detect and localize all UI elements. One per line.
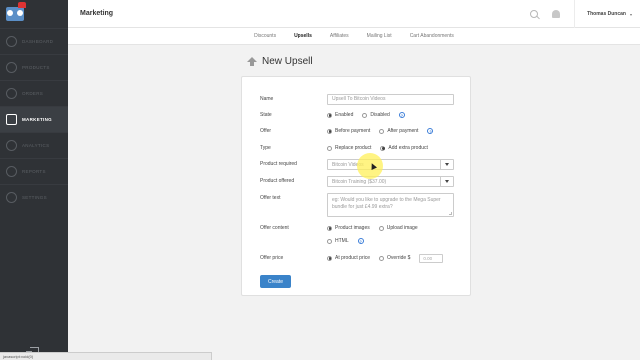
header-divider [574,0,576,28]
price-product-option[interactable]: At product price [327,255,370,261]
page-title: New Upsell [262,56,313,67]
tab-discounts[interactable]: Discounts [254,33,276,39]
sidebar-item-marketing[interactable]: Marketing [0,106,68,132]
content-upload-radio[interactable] [378,225,384,231]
offer-text-label: Offer text [260,195,281,201]
product-required-label: Product required [260,161,297,167]
offer-content-label: Offer content [260,225,289,231]
offer-before-radio[interactable] [327,128,332,134]
offer-text-placeholder: eg: Would you like to upgrade to the Meg… [332,197,441,210]
content-upload-option[interactable]: Upload image [378,225,418,231]
sidebar-item-label: Dashboard [22,39,54,44]
sidebar-item-label: Marketing [22,117,52,122]
sidebar: Dashboard Products Orders Marketing Anal… [0,0,68,360]
offer-after-option[interactable]: After payment [379,128,418,134]
report-icon [6,166,17,177]
row-name: Name Upsell To Bitcoin Videos [242,93,472,105]
state-label: State [260,112,272,118]
row-offer-price: Offer price At product price Override $ … [242,252,472,264]
price-override-option[interactable]: Override $ [379,255,410,261]
sidebar-item-label: Analytics [22,143,50,148]
override-price-input[interactable]: 0.00 [419,253,444,263]
row-offer: Offer Before payment After payment ? [242,125,472,137]
tag-icon [6,62,17,73]
top-header: Marketing Thomas Duncan ▾ [68,0,640,28]
product-offered-select[interactable]: Bitcoin Training ($37.00) [327,175,454,187]
dashboard-icon [6,36,17,47]
search-icon[interactable] [530,10,539,18]
price-product-radio[interactable] [327,255,332,261]
arrow-up-icon [247,57,257,66]
help-icon[interactable]: ? [357,238,364,244]
gear-icon [6,192,17,203]
tab-cart-abandonments[interactable]: Cart Abandonments [410,33,454,39]
offer-before-option[interactable]: Before payment [327,128,370,134]
type-add-radio[interactable] [380,145,386,151]
app-logo[interactable] [0,0,68,28]
offer-text-input[interactable]: eg: Would you like to upgrade to the Meg… [327,193,454,217]
name-label: Name [260,96,274,102]
sidebar-item-dashboard[interactable]: Dashboard [0,28,68,54]
sidebar-item-label: Reports [22,169,46,174]
create-button[interactable]: Create [260,275,291,288]
tab-affiliates[interactable]: Affiliates [330,33,349,39]
marketing-tabs: Discounts Upsells Affiliates Mailing Lis… [68,28,640,45]
cart-icon [6,88,17,99]
sidebar-item-orders[interactable]: Orders [0,80,68,106]
caret-down-icon [445,162,449,166]
sidebar-item-label: Products [22,65,50,70]
offer-label: Offer [260,128,272,134]
name-input[interactable]: Upsell To Bitcoin Videos [327,93,454,105]
chart-icon [6,140,17,151]
row-product-offered: Product offered Bitcoin Training ($37.00… [242,175,472,187]
sidebar-item-label: Settings [22,195,47,200]
product-required-select[interactable]: Bitcoin Videos [327,158,454,170]
sidebar-item-analytics[interactable]: Analytics [0,132,68,158]
state-disabled-option[interactable]: Disabled [362,112,390,118]
user-menu[interactable]: Thomas Duncan [587,11,626,17]
help-icon[interactable]: ? [427,128,434,134]
state-enabled-option[interactable]: Enabled [327,112,353,118]
sidebar-item-products[interactable]: Products [0,54,68,80]
logo-owl-icon [6,2,26,21]
row-state: State Enabled Disabled ? [242,109,472,121]
caret-down-icon [445,179,449,183]
content-images-option[interactable]: Product images [327,225,370,231]
page-section-title: Marketing [80,10,114,17]
page-title-row: New Upsell [247,56,313,67]
offer-after-radio[interactable] [379,128,385,134]
tab-mailing-list[interactable]: Mailing List [367,33,392,39]
row-offer-content-html: HTML ? [242,235,472,247]
sidebar-item-label: Orders [22,91,44,96]
offer-price-label: Offer price [260,255,284,261]
type-replace-radio[interactable] [327,145,332,151]
upsell-form-card: Name Upsell To Bitcoin Videos State Enab… [241,76,471,296]
row-offer-content: Offer content Product images Upload imag… [242,222,472,234]
sidebar-item-reports[interactable]: Reports [0,158,68,184]
browser-status-bar: javascript:void(0) [0,352,212,360]
row-type: Type Replace product Add extra product [242,142,472,154]
type-label: Type [260,145,271,151]
state-enabled-radio[interactable] [327,112,332,118]
resize-handle-icon[interactable] [449,212,452,215]
chevron-down-icon[interactable]: ▾ [630,12,632,17]
state-disabled-radio[interactable] [362,112,368,118]
content-html-radio[interactable] [327,238,332,244]
content-html-option[interactable]: HTML [327,238,349,244]
type-replace-option[interactable]: Replace product [327,145,371,151]
type-add-option[interactable]: Add extra product [380,145,428,151]
product-offered-value: Bitcoin Training ($37.00) [332,178,387,185]
price-override-radio[interactable] [379,255,385,261]
bell-icon[interactable] [552,10,561,18]
help-icon[interactable]: ? [398,112,405,118]
chat-icon [6,114,17,125]
sidebar-item-settings[interactable]: Settings [0,184,68,210]
product-offered-label: Product offered [260,178,295,184]
tab-upsells[interactable]: Upsells [294,33,312,39]
content-images-radio[interactable] [327,225,332,231]
